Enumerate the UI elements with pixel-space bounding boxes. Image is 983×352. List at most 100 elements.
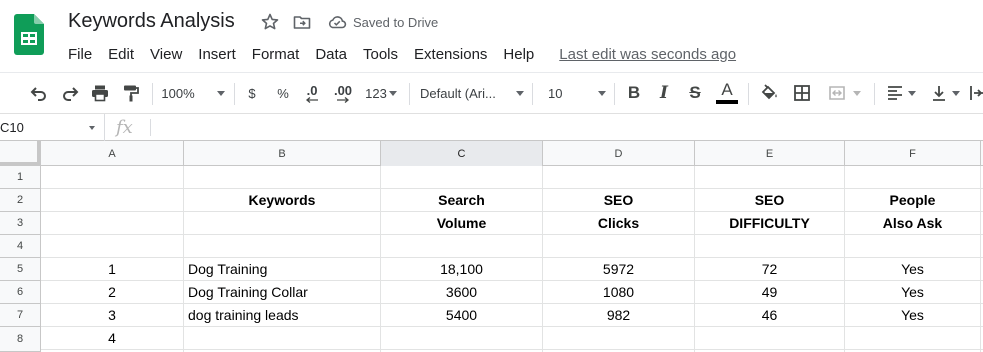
format-currency-button[interactable]: $ xyxy=(243,81,261,105)
vertical-align-button[interactable] xyxy=(928,81,962,105)
formula-input[interactable] xyxy=(160,118,960,137)
cell-a8[interactable]: 4 xyxy=(41,327,183,349)
cell-f2[interactable]: People xyxy=(845,189,980,211)
cell-d3[interactable]: Clicks xyxy=(543,212,694,234)
menu-data[interactable]: Data xyxy=(315,46,347,63)
vertical-align-icon xyxy=(933,86,945,101)
font-family-select[interactable]: Default (Ari... xyxy=(420,81,524,105)
cell-e7[interactable]: 46 xyxy=(695,304,844,326)
paint-format-button[interactable] xyxy=(119,81,143,105)
menu-view[interactable]: View xyxy=(150,46,182,63)
font-size-value: 10 xyxy=(548,85,563,101)
row-header-1[interactable]: 1 xyxy=(0,166,41,189)
row-header-3[interactable]: 3 xyxy=(0,212,41,235)
cell-b5[interactable]: Dog Training xyxy=(184,258,380,280)
row-header-8[interactable]: 8 xyxy=(0,327,41,352)
more-formats-label: 123 xyxy=(365,85,387,101)
cell-a5[interactable]: 1 xyxy=(41,258,183,280)
borders-button[interactable] xyxy=(790,81,814,105)
column-header-f[interactable]: F xyxy=(845,141,981,166)
select-all-corner[interactable] xyxy=(0,141,41,166)
cell-d5[interactable]: 5972 xyxy=(543,258,694,280)
cell-c5[interactable]: 18,100 xyxy=(381,258,542,280)
italic-button[interactable]: I xyxy=(653,81,675,105)
column-header-d[interactable]: D xyxy=(543,141,695,166)
name-box[interactable]: C10 xyxy=(0,114,105,141)
menu-extensions[interactable]: Extensions xyxy=(414,46,487,63)
cell-d7[interactable]: 982 xyxy=(543,304,694,326)
chevron-down-icon xyxy=(516,90,524,96)
chevron-down-icon xyxy=(952,90,960,96)
cell-b2[interactable]: Keywords xyxy=(184,189,380,211)
column-header-a[interactable]: A xyxy=(41,141,184,166)
fill-color-button[interactable] xyxy=(757,81,781,105)
cell-c7[interactable]: 5400 xyxy=(381,304,542,326)
format-percent-button[interactable]: % xyxy=(274,81,292,105)
column-header-b[interactable]: B xyxy=(184,141,381,166)
toolbar: 100% $ % .0 .00 123 Default (Ari... 10 B… xyxy=(0,72,983,114)
cell-b7[interactable]: dog training leads xyxy=(184,304,380,326)
column-header-e[interactable]: E xyxy=(695,141,845,166)
more-formats-button[interactable]: 123 xyxy=(362,81,400,105)
menu-edit[interactable]: Edit xyxy=(108,46,134,63)
column-header-c[interactable]: C xyxy=(381,141,543,166)
zoom-select[interactable]: 100% xyxy=(160,81,226,105)
arrow-right-icon xyxy=(337,96,350,103)
menu-tools[interactable]: Tools xyxy=(363,46,398,63)
cell-f6[interactable]: Yes xyxy=(845,281,980,303)
horizontal-align-icon xyxy=(888,86,902,100)
cell-f5[interactable]: Yes xyxy=(845,258,980,280)
cell-b6[interactable]: Dog Training Collar xyxy=(184,281,380,303)
redo-button[interactable] xyxy=(58,81,82,105)
cloud-saved-icon[interactable] xyxy=(327,12,347,32)
cell-e5[interactable]: 72 xyxy=(695,258,844,280)
undo-button[interactable] xyxy=(27,81,51,105)
doc-title[interactable]: Keywords Analysis xyxy=(68,10,235,33)
cell-e2[interactable]: SEO xyxy=(695,189,844,211)
text-color-button[interactable]: A xyxy=(715,81,739,105)
print-button[interactable] xyxy=(88,81,112,105)
cell-e3[interactable]: DIFFICULTY xyxy=(695,212,844,234)
cell-a7[interactable]: 3 xyxy=(41,304,183,326)
row-header-5[interactable]: 5 xyxy=(0,258,41,281)
zoom-value: 100% xyxy=(161,85,195,101)
star-icon[interactable] xyxy=(260,12,280,32)
cell-f3[interactable]: Also Ask xyxy=(845,212,980,234)
menu-help[interactable]: Help xyxy=(503,46,534,63)
font-family-value: Default (Ari... xyxy=(420,85,496,101)
cell-c6[interactable]: 3600 xyxy=(381,281,542,303)
cell-e6[interactable]: 49 xyxy=(695,281,844,303)
cell-a6[interactable]: 2 xyxy=(41,281,183,303)
menu-bar: File Edit View Insert Format Data Tools … xyxy=(68,43,736,65)
print-icon xyxy=(92,85,108,102)
menu-file[interactable]: File xyxy=(68,46,92,63)
chevron-down-icon xyxy=(908,90,916,96)
cell-c2[interactable]: Search xyxy=(381,189,542,211)
decrease-decimals-button[interactable]: .0 xyxy=(300,81,324,105)
cell-c3[interactable]: Volume xyxy=(381,212,542,234)
cell-d2[interactable]: SEO xyxy=(543,189,694,211)
cell-reference: C10 xyxy=(0,120,24,135)
last-edit-link[interactable]: Last edit was seconds ago xyxy=(559,46,736,63)
increase-decimals-label: .00 xyxy=(333,82,353,98)
menu-format[interactable]: Format xyxy=(252,46,300,63)
increase-decimals-button[interactable]: .00 xyxy=(330,81,356,105)
menu-insert[interactable]: Insert xyxy=(198,46,236,63)
bold-button[interactable]: B xyxy=(623,81,645,105)
text-color-letter: A xyxy=(721,80,733,99)
text-wrap-icon xyxy=(970,86,983,100)
horizontal-align-button[interactable] xyxy=(883,81,919,105)
row-header-2[interactable]: 2 xyxy=(0,189,41,212)
row-header-4[interactable]: 4 xyxy=(0,235,41,258)
merge-cells-button[interactable] xyxy=(822,81,866,105)
row-header-6[interactable]: 6 xyxy=(0,281,41,304)
move-folder-icon[interactable] xyxy=(292,12,312,32)
cell-f7[interactable]: Yes xyxy=(845,304,980,326)
row-header-7[interactable]: 7 xyxy=(0,304,41,327)
sheets-logo-icon[interactable] xyxy=(14,14,44,55)
strikethrough-button[interactable]: S xyxy=(684,81,706,105)
redo-icon xyxy=(63,87,79,101)
text-wrap-button[interactable] xyxy=(968,81,983,105)
font-size-select[interactable]: 10 xyxy=(548,81,606,105)
cell-d6[interactable]: 1080 xyxy=(543,281,694,303)
